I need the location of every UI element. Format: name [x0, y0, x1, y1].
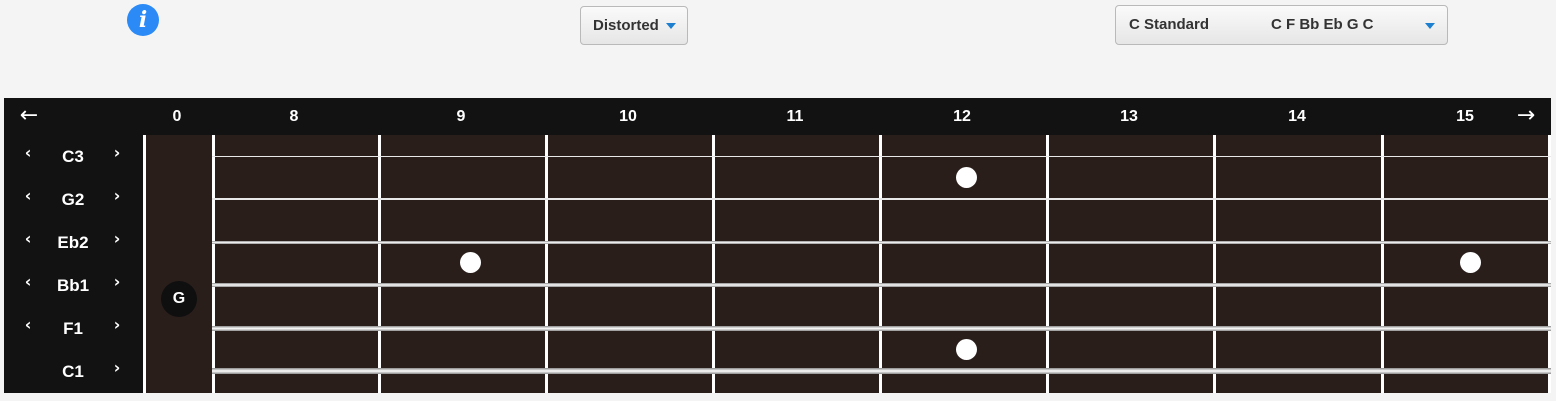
- inlay-dot: [956, 339, 977, 360]
- string-row: C1 ›: [4, 350, 144, 393]
- string-row: ‹ C3 ›: [4, 135, 144, 178]
- guitar-string: [212, 325, 1551, 331]
- fretboard-neck[interactable]: [212, 135, 1551, 393]
- chevron-right-icon[interactable]: ›: [107, 221, 127, 264]
- open-string-column: [146, 135, 212, 393]
- caret-down-icon: [1425, 23, 1435, 29]
- fretboard-panel: ← 0 8 9 10 11 12 13 14 15 → ‹ C3 › ‹ G2 › ‹ Eb2 › ‹ Bb1 › ‹ F…: [4, 98, 1551, 393]
- fret-wire: [879, 135, 882, 393]
- fret-header: ← 0 8 9 10 11 12 13 14 15 →: [4, 98, 1551, 135]
- scroll-left-arrow-icon[interactable]: ←: [14, 98, 44, 135]
- string-name: F1: [63, 319, 83, 338]
- chevron-right-icon[interactable]: ›: [107, 307, 127, 350]
- inlay-dot: [460, 252, 481, 273]
- inlay-dot: [1460, 252, 1481, 273]
- fret-number: 13: [1120, 108, 1138, 125]
- chevron-left-icon[interactable]: ‹: [18, 221, 38, 264]
- tuning-name: C Standard: [1129, 16, 1210, 33]
- tuning-notes: C F Bb Eb G C: [1271, 16, 1374, 33]
- chevron-left-icon[interactable]: ‹: [18, 307, 38, 350]
- fret-wire: [212, 135, 215, 393]
- inlay-dot: [956, 167, 977, 188]
- chevron-left-icon[interactable]: ‹: [18, 135, 38, 178]
- info-icon[interactable]: i: [127, 4, 159, 36]
- chevron-right-icon[interactable]: ›: [107, 264, 127, 307]
- caret-down-icon: [666, 23, 676, 29]
- fret-wire: [545, 135, 548, 393]
- fret-wire: [378, 135, 381, 393]
- sound-dropdown[interactable]: Distorted: [580, 6, 688, 45]
- sound-dropdown-value: Distorted: [593, 17, 659, 34]
- string-name: Bb1: [56, 276, 90, 295]
- fret-number: 14: [1288, 108, 1306, 125]
- string-row: ‹ Eb2 ›: [4, 221, 144, 264]
- fret-wire: [1381, 135, 1384, 393]
- scroll-right-arrow-icon[interactable]: →: [1511, 98, 1541, 135]
- guitar-string: [212, 240, 1551, 244]
- fret-number: 0: [172, 108, 182, 125]
- string-row: ‹ G2 ›: [4, 178, 144, 221]
- fret-wire: [1213, 135, 1216, 393]
- string-name: G2: [61, 190, 85, 209]
- fret-number: 9: [456, 108, 466, 125]
- tuning-dropdown[interactable]: C Standard C F Bb Eb G C: [1115, 5, 1448, 45]
- fret-wire: [1046, 135, 1049, 393]
- string-name: C3: [62, 147, 84, 166]
- chevron-right-icon[interactable]: ›: [107, 350, 127, 393]
- fret-number: 11: [786, 108, 804, 125]
- string-row: ‹ Bb1 ›: [4, 264, 144, 307]
- guitar-string: [212, 368, 1551, 374]
- fret-wire: [1548, 135, 1551, 393]
- fret-wire: [712, 135, 715, 393]
- fret-number: 15: [1456, 108, 1474, 125]
- chevron-right-icon[interactable]: ›: [107, 178, 127, 221]
- fret-number: 10: [619, 108, 637, 125]
- string-row: ‹ F1 ›: [4, 307, 144, 350]
- chevron-left-icon[interactable]: ‹: [18, 264, 38, 307]
- open-note-marker[interactable]: G: [161, 281, 197, 317]
- guitar-string: [212, 283, 1551, 287]
- chevron-right-icon[interactable]: ›: [107, 135, 127, 178]
- fret-number: 8: [289, 108, 299, 125]
- chevron-left-icon[interactable]: ‹: [18, 178, 38, 221]
- guitar-string: [212, 155, 1551, 157]
- string-name: Eb2: [57, 233, 89, 252]
- fret-number: 12: [953, 108, 971, 125]
- guitar-string: [212, 198, 1551, 200]
- string-name: C1: [62, 362, 84, 381]
